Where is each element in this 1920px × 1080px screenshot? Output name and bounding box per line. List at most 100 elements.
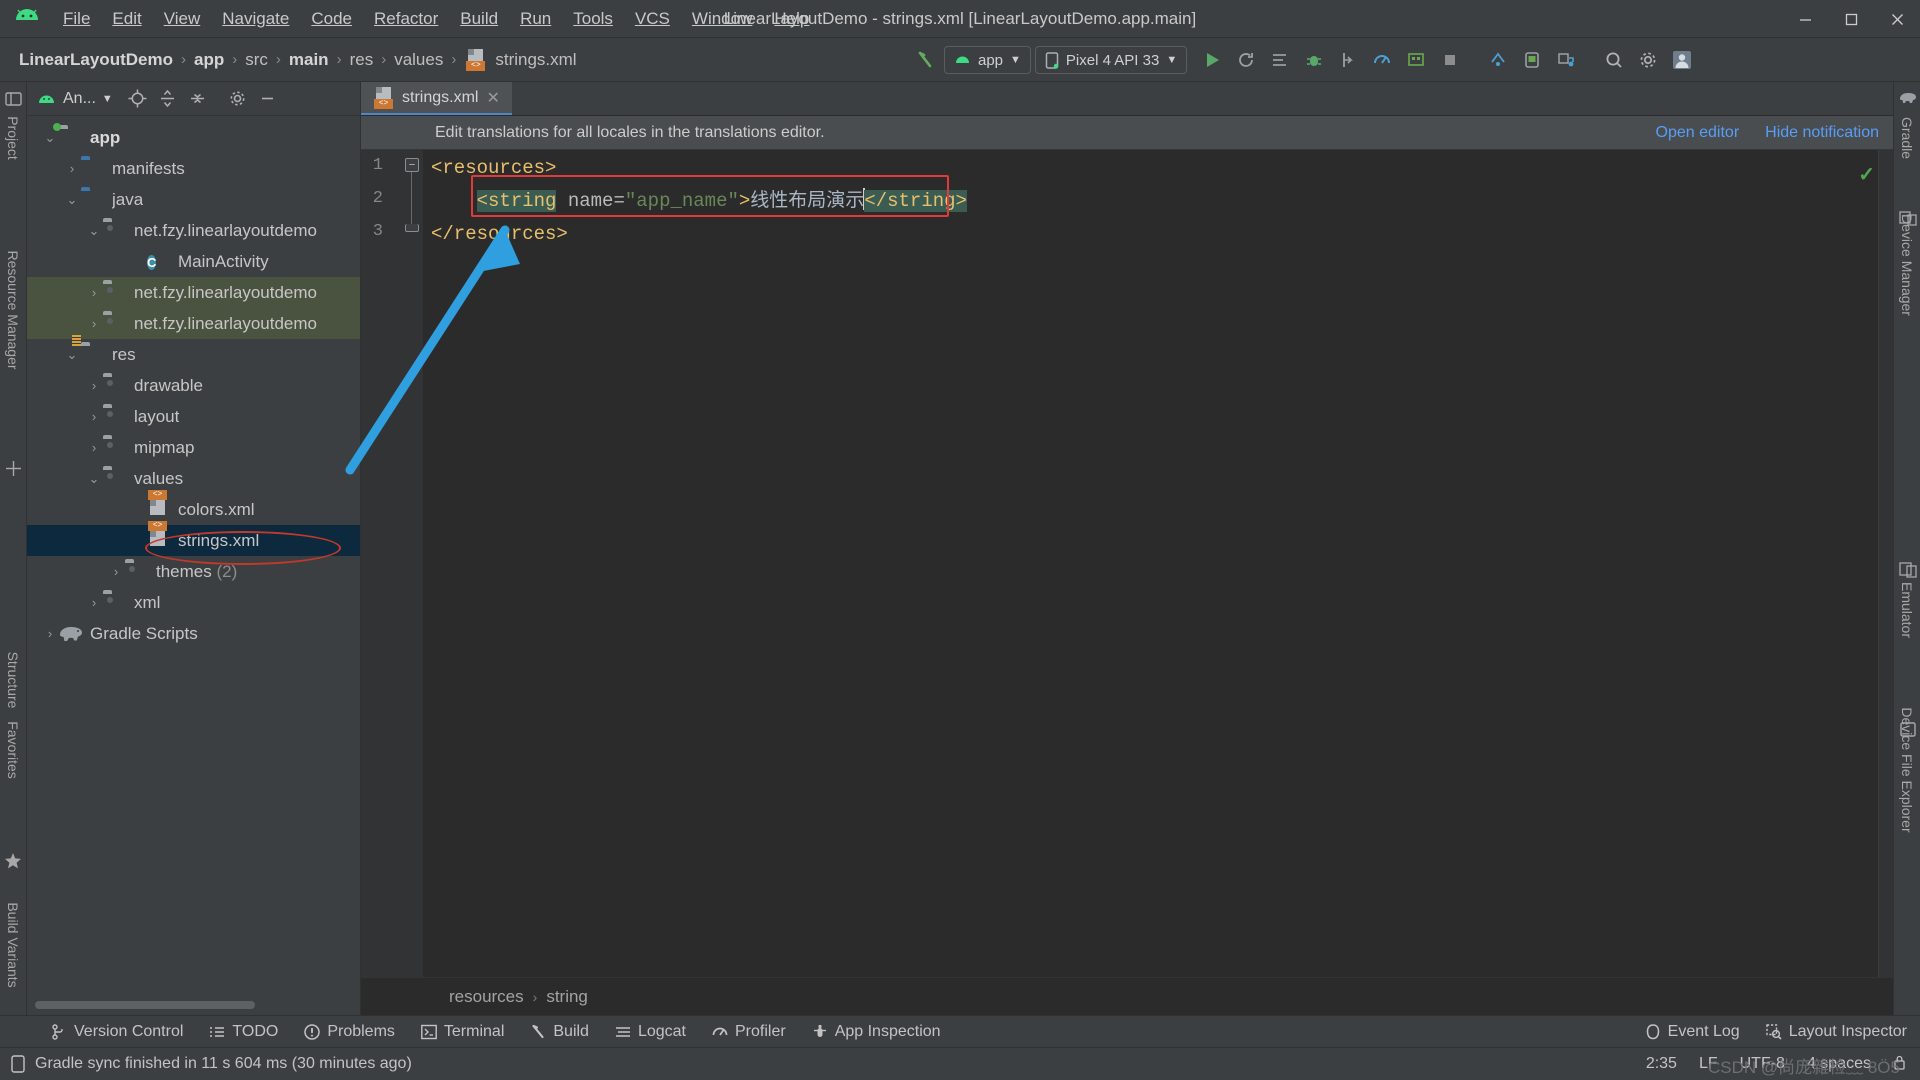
maximize-button[interactable]: [1828, 0, 1874, 38]
favorites-star-icon[interactable]: [4, 852, 22, 875]
open-editor-link[interactable]: Open editor: [1656, 124, 1740, 142]
chevron-down-icon[interactable]: ⌄: [85, 223, 103, 239]
tool-window-event-log[interactable]: Event Log: [1632, 1023, 1753, 1041]
tree-item-net-fzy-linearlayoutdemo[interactable]: ⌄ net.fzy.linearlayoutdemo: [27, 215, 360, 246]
search-icon[interactable]: [1599, 45, 1629, 75]
tree-item-themes[interactable]: › themes (2): [27, 556, 360, 587]
chevron-down-icon[interactable]: ⌄: [63, 347, 81, 363]
sidebar-item-device-manager[interactable]: Device Manager: [1899, 214, 1915, 316]
tree-item-xml[interactable]: › xml: [27, 587, 360, 618]
breadcrumb-item-project[interactable]: LinearLayoutDemo: [16, 50, 176, 70]
project-panel-scrollbar[interactable]: [35, 1001, 255, 1009]
sidebar-item-structure[interactable]: Structure: [5, 652, 21, 709]
tool-window-todo[interactable]: TODO: [196, 1023, 291, 1041]
chevron-right-icon[interactable]: ›: [85, 409, 103, 424]
emulator-icon[interactable]: [1899, 562, 1917, 583]
tool-window-logcat[interactable]: Logcat: [602, 1023, 699, 1041]
chevron-right-icon[interactable]: ›: [85, 378, 103, 393]
tab-strings-xml[interactable]: <> strings.xml ✕: [361, 82, 512, 115]
project-tree[interactable]: ⌄ app › manifests ⌄ java ⌄ net.fzy.linearlayout…: [27, 118, 360, 991]
chevron-right-icon[interactable]: ›: [85, 595, 103, 610]
menu-help[interactable]: Help: [763, 6, 820, 32]
device-selector[interactable]: Pixel 4 API 33 ▼: [1034, 46, 1188, 74]
chevron-right-icon[interactable]: ›: [41, 626, 59, 641]
chevron-right-icon[interactable]: ›: [85, 316, 103, 331]
chevron-right-icon[interactable]: ›: [107, 564, 125, 579]
tree-item-gradle-scripts[interactable]: › Gradle Scripts: [27, 618, 360, 649]
apply-code-changes-icon[interactable]: [1265, 45, 1295, 75]
chevron-right-icon[interactable]: ›: [63, 161, 81, 176]
module-selector[interactable]: app ▼: [944, 46, 1031, 74]
menu-window[interactable]: Window: [681, 6, 763, 32]
tree-item-java[interactable]: ⌄ java: [27, 184, 360, 215]
hide-notification-link[interactable]: Hide notification: [1765, 124, 1879, 142]
tool-window-profiler[interactable]: Profiler: [699, 1023, 799, 1041]
tree-item-layout[interactable]: › layout: [27, 401, 360, 432]
sdk-manager-icon[interactable]: [1483, 45, 1513, 75]
apply-changes-icon[interactable]: [1231, 45, 1261, 75]
breadcrumb-item-app[interactable]: app: [191, 50, 227, 70]
sidebar-item-project[interactable]: Project: [5, 116, 21, 160]
account-icon[interactable]: [1667, 45, 1697, 75]
attach-debugger-icon[interactable]: [1333, 45, 1363, 75]
breadcrumb-item-res[interactable]: res: [347, 50, 377, 70]
expand-all-icon[interactable]: [155, 86, 181, 112]
settings-gear-icon[interactable]: [225, 86, 251, 112]
avd-manager-icon[interactable]: [1517, 45, 1547, 75]
menu-vcs[interactable]: VCS: [624, 6, 681, 32]
tree-item-colors-xml[interactable]: <> colors.xml: [27, 489, 360, 525]
run-icon[interactable]: [1197, 45, 1227, 75]
tool-window-build[interactable]: Build: [517, 1023, 602, 1041]
menu-view[interactable]: View: [153, 6, 212, 32]
code-editor[interactable]: 1 2 3 − <resources> <string name="app_na…: [361, 150, 1893, 977]
editor-marker-track[interactable]: [1879, 150, 1893, 977]
menu-tools[interactable]: Tools: [562, 6, 624, 32]
tool-window-app-inspection[interactable]: App Inspection: [799, 1023, 954, 1041]
project-tool-icon[interactable]: [5, 90, 22, 112]
fold-region-end-icon[interactable]: [405, 224, 419, 232]
build-hammer-icon[interactable]: [910, 45, 940, 75]
tree-item-mainactivity[interactable]: C MainActivity: [27, 246, 360, 277]
chevron-down-icon[interactable]: ⌄: [63, 192, 81, 208]
fold-collapse-icon[interactable]: −: [405, 158, 419, 172]
breadcrumb-item-values[interactable]: values: [391, 50, 446, 70]
tree-item-strings-xml[interactable]: <> strings.xml: [27, 520, 360, 556]
menu-code[interactable]: Code: [300, 6, 363, 32]
tree-item-net-fzy-linearlayoutdemo[interactable]: › net.fzy.linearlayoutdemo: [27, 277, 360, 308]
sidebar-item-favorites[interactable]: Favorites: [5, 721, 21, 779]
device-explorer-icon[interactable]: [1401, 45, 1431, 75]
menu-edit[interactable]: Edit: [101, 6, 152, 32]
settings-gear-icon[interactable]: [1633, 45, 1663, 75]
breadcrumb-item-src[interactable]: src: [242, 50, 271, 70]
structure-tool-icon[interactable]: [5, 460, 22, 482]
tool-window-problems[interactable]: Problems: [291, 1023, 408, 1041]
project-panel-title[interactable]: An... ▼: [63, 90, 113, 108]
sidebar-item-device-file-explorer[interactable]: Device File Explorer: [1899, 707, 1915, 832]
inspection-status-badge[interactable]: ✓: [1858, 162, 1875, 187]
hide-panel-icon[interactable]: [255, 86, 281, 112]
tool-window-terminal[interactable]: Terminal: [408, 1023, 517, 1041]
tree-item-manifests[interactable]: › manifests: [27, 153, 360, 184]
profiler-icon[interactable]: [1367, 45, 1397, 75]
sidebar-item-emulator[interactable]: Emulator: [1899, 582, 1915, 638]
chevron-down-icon[interactable]: ⌄: [41, 130, 59, 146]
stop-icon[interactable]: [1435, 45, 1465, 75]
editor-breadcrumb-string[interactable]: string: [546, 987, 588, 1007]
tool-window-layout-inspector[interactable]: Layout Inspector: [1753, 1023, 1920, 1041]
tree-item-values[interactable]: ⌄ values: [27, 463, 360, 494]
gradle-elephant-icon[interactable]: [1899, 90, 1917, 109]
chevron-right-icon[interactable]: ›: [85, 285, 103, 300]
tool-window-version-control[interactable]: Version Control: [38, 1023, 196, 1041]
sidebar-item-build-variants[interactable]: Build Variants: [5, 902, 21, 987]
menu-run[interactable]: Run: [509, 6, 562, 32]
caret-position[interactable]: 2:35: [1646, 1055, 1677, 1073]
minimize-button[interactable]: [1782, 0, 1828, 38]
close-button[interactable]: [1874, 0, 1920, 38]
sync-gradle-icon[interactable]: [1551, 45, 1581, 75]
locate-icon[interactable]: [125, 86, 151, 112]
collapse-all-icon[interactable]: [185, 86, 211, 112]
tree-item-app[interactable]: ⌄ app: [27, 122, 360, 153]
debug-icon[interactable]: [1299, 45, 1329, 75]
tree-item-res[interactable]: ⌄ res: [27, 339, 360, 370]
sidebar-item-gradle[interactable]: Gradle: [1899, 117, 1915, 159]
